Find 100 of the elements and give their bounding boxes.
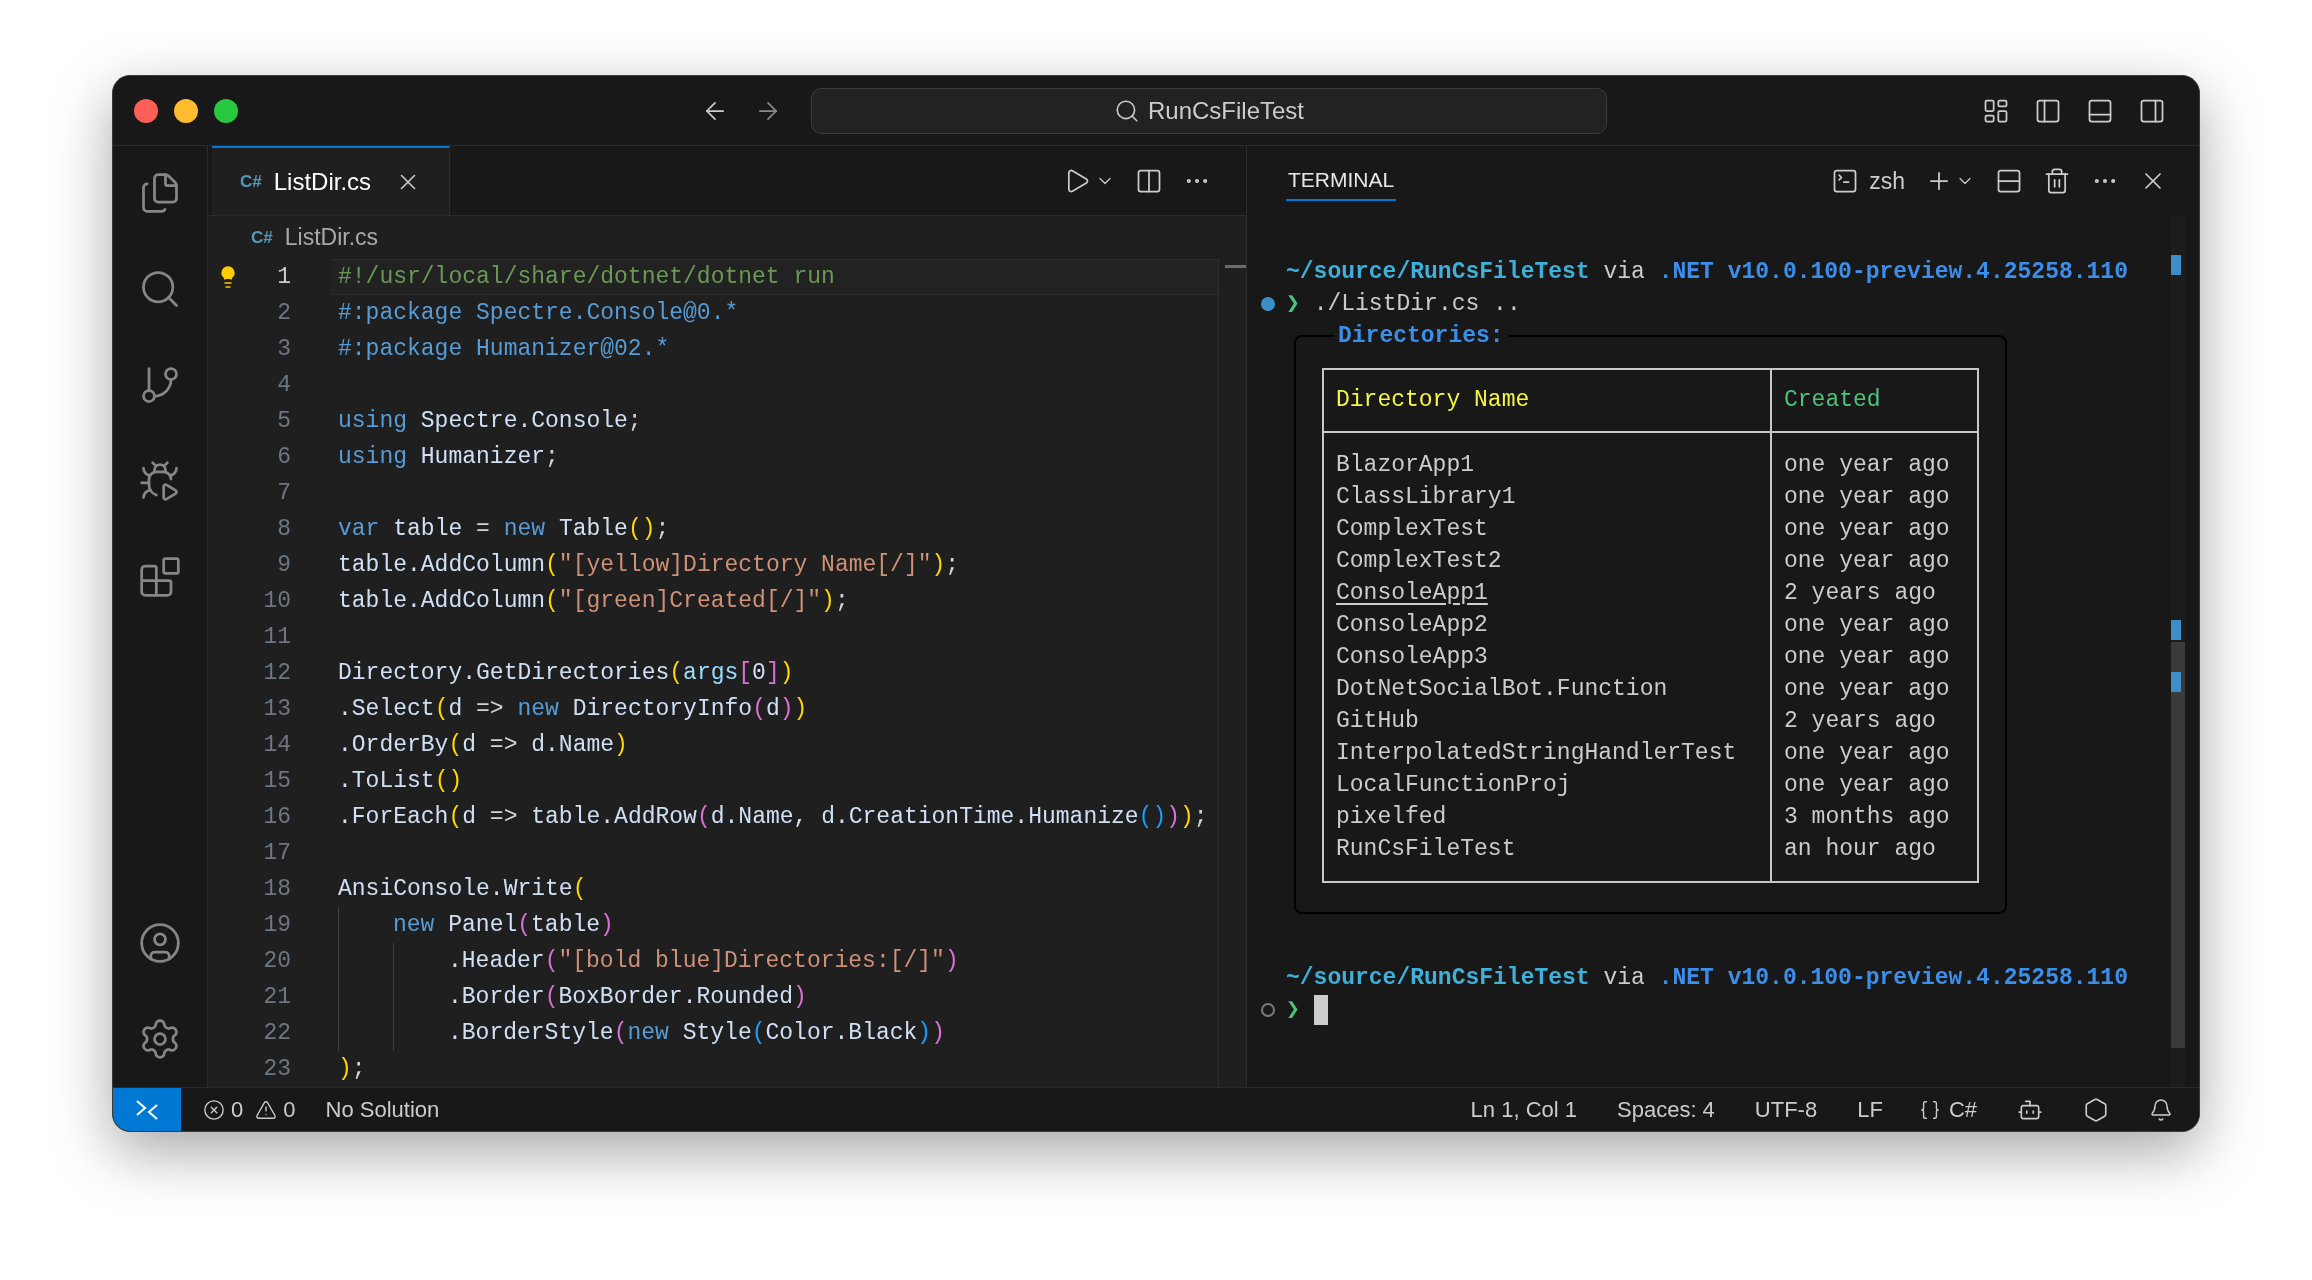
account-icon[interactable]: [138, 921, 182, 965]
remote-button[interactable]: [113, 1088, 181, 1131]
table-cell-text: DotNetSocialBot.Function: [1336, 674, 1668, 704]
code-line: new Panel(table): [393, 910, 614, 940]
hexagon-icon[interactable]: [2083, 1096, 2109, 1123]
scroll-marker: [2171, 255, 2181, 275]
window-title: RunCsFileTest: [1147, 95, 1304, 126]
solution-status[interactable]: No Solution: [325, 1093, 440, 1126]
column-header: Created: [1784, 386, 1881, 416]
table-cell-text: one year ago: [1784, 738, 1950, 768]
line-number: 4: [276, 370, 291, 400]
extensions-icon[interactable]: [138, 555, 182, 599]
notifications-icon[interactable]: [2149, 1097, 2173, 1122]
table-cell-text: GitHub: [1336, 706, 1419, 736]
scroll-marker: [2171, 620, 2181, 640]
code-line: using Spectre.Console;: [338, 406, 642, 436]
scrollbar-track[interactable]: [2171, 216, 2185, 1087]
line-number: 8: [276, 514, 291, 544]
line-number: 1: [276, 262, 291, 292]
table-cell[interactable]: ConsoleApp1: [1336, 575, 1488, 611]
line-number: 17: [262, 838, 291, 868]
table-cell-text: ComplexTest: [1336, 514, 1488, 544]
column-header: Directory Name: [1336, 386, 1530, 416]
command-line: ❯ ./ListDir.cs ..: [1286, 289, 1521, 319]
line-number: 13: [262, 694, 291, 724]
scrollbar-thumb[interactable]: [2171, 642, 2185, 1048]
remote-icon: [134, 1098, 160, 1121]
line-number: 19: [262, 910, 291, 940]
line-number: 9: [276, 550, 291, 580]
line-number: 15: [262, 766, 291, 796]
line-number: 16: [262, 802, 291, 832]
table-cell-text: InterpolatedStringHandlerTest: [1336, 738, 1737, 768]
code-line: using Humanizer;: [338, 442, 559, 472]
code-line: );: [338, 1054, 366, 1084]
line-number: 2: [276, 298, 291, 328]
table-cell-text: one year ago: [1784, 610, 1950, 640]
encoding-status[interactable]: UTF-8: [1754, 1093, 1818, 1126]
csharp-file-icon: C#: [240, 168, 262, 195]
line-number: 22: [262, 1018, 291, 1048]
line-number: 14: [262, 730, 291, 760]
language-mode[interactable]: C#: [1918, 1093, 1977, 1126]
scroll-marker: [2171, 672, 2181, 692]
indentation-status[interactable]: Spaces: 4: [1617, 1093, 1715, 1126]
line-number: 12: [262, 658, 291, 688]
line-number: 21: [262, 982, 291, 1012]
table-cell-text: LocalFunctionProj: [1336, 770, 1571, 800]
code-line: .Border(BoxBorder.Rounded): [448, 982, 807, 1012]
table-cell-text: ConsoleApp2: [1336, 610, 1488, 640]
code-line: #!/usr/local/share/dotnet/dotnet run: [338, 262, 835, 292]
table-cell-text: 2 years ago: [1784, 578, 1936, 608]
breadcrumb-item[interactable]: ListDir.cs: [284, 220, 379, 255]
code-line: table.AddColumn("[green]Created[/]");: [338, 586, 849, 616]
table-cell-text: one year ago: [1784, 450, 1950, 480]
table-cell-text: one year ago: [1784, 642, 1950, 672]
overview-ruler-mark: [1225, 265, 1247, 268]
close-window-button[interactable]: [134, 98, 158, 123]
table-cell-text: one year ago: [1784, 514, 1950, 544]
table-cell-text: ComplexTest2: [1336, 546, 1502, 576]
table-cell-text: ConsoleApp3: [1336, 642, 1488, 672]
table-cell-text: an hour ago: [1784, 834, 1936, 864]
table-cell-text: 2 years ago: [1784, 706, 1936, 736]
table-cell-text: pixelfed: [1336, 802, 1447, 832]
line-ending-status[interactable]: LF: [1857, 1093, 1883, 1126]
problems-indicator[interactable]: 0 0: [203, 1093, 296, 1126]
code-line: .ForEach(d => table.AddRow(d.Name, d.CreationTime.Humanize()));: [338, 802, 1208, 832]
code-line: .Header("[bold blue]Directories:[/]"): [448, 946, 959, 976]
line-number: 7: [276, 478, 291, 508]
code-line: .OrderBy(d => d.Name): [338, 730, 628, 760]
line-number: 5: [276, 406, 291, 436]
shell-selector[interactable]: zsh: [1831, 163, 1905, 199]
table-cell-text: one year ago: [1784, 770, 1950, 800]
table-cell-text: 3 months ago: [1784, 802, 1950, 832]
command-search-field[interactable]: RunCsFileTest: [811, 87, 1607, 134]
error-icon: [203, 1098, 225, 1121]
code-line: #:package Humanizer@02.*: [338, 334, 670, 364]
command-line: ❯: [1286, 995, 1300, 1025]
cursor-position[interactable]: Ln 1, Col 1: [1470, 1093, 1577, 1126]
csharp-file-icon: C#: [251, 224, 273, 251]
editor-tab[interactable]: C# ListDir.cs: [212, 146, 451, 215]
split-terminal-icon[interactable]: [1995, 167, 2023, 195]
terminal-tab[interactable]: TERMINAL: [1286, 161, 1397, 201]
prompt-line: ~/source/RunCsFileTest via .NET v10.0.100-preview.4.25258.110: [1286, 257, 2128, 287]
code-line: AnsiConsole.Write(: [338, 874, 587, 904]
panel-header: Directories:: [1337, 322, 1505, 351]
code-line: .ToList(): [338, 766, 463, 796]
prompt-line: ~/source/RunCsFileTest via .NET v10.0.100-preview.4.25258.110: [1286, 963, 2128, 993]
table-cell-text: ClassLibrary1: [1336, 482, 1516, 512]
code-line: #:package Spectre.Console@0.*: [338, 298, 739, 328]
table-cell-text: one year ago: [1784, 546, 1950, 576]
line-number: 6: [276, 442, 291, 472]
code-line: var table = new Table();: [338, 514, 670, 544]
warning-icon: [255, 1098, 278, 1121]
trash-icon[interactable]: [2043, 167, 2071, 195]
code-line: Directory.GetDirectories(args[0]): [338, 658, 794, 688]
table-cell-text: one year ago: [1784, 482, 1950, 512]
code-line: .BorderStyle(new Style(Color.Black)): [448, 1018, 945, 1048]
code-line: .Select(d => new DirectoryInfo(d)): [338, 694, 808, 724]
minimize-window-button[interactable]: [174, 98, 198, 123]
line-number: 10: [262, 586, 291, 616]
maximize-window-button[interactable]: [214, 98, 238, 123]
